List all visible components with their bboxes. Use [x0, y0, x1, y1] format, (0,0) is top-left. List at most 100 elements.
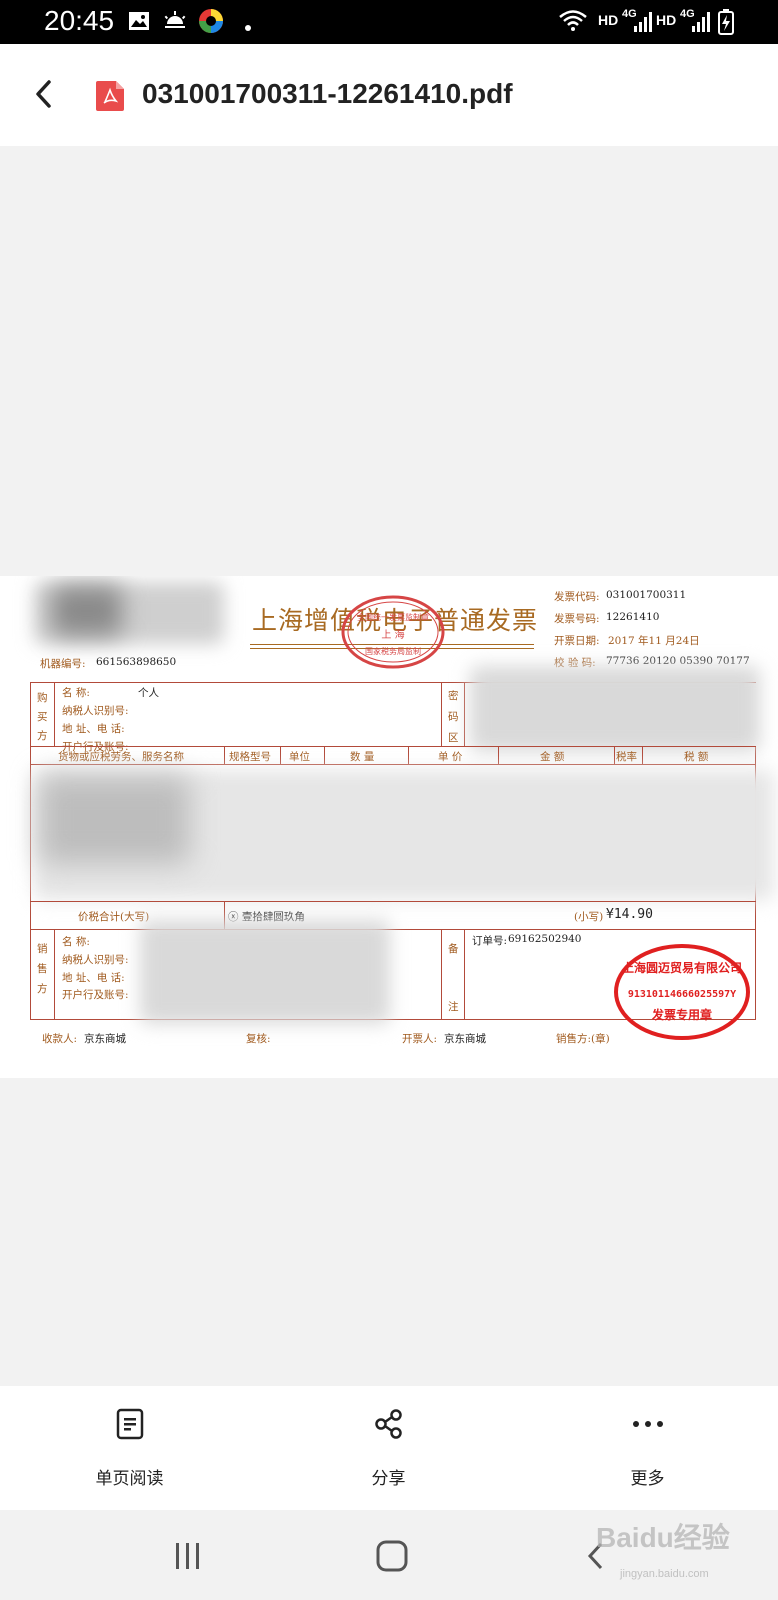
payee-label: 收款人:	[42, 1033, 78, 1045]
recent-apps-icon	[176, 1543, 199, 1569]
column-header: 规格型号	[229, 751, 271, 763]
column-header: 金 额	[540, 751, 565, 763]
seal-center-text: 上 海	[381, 628, 404, 641]
hd-label-1: HD	[598, 12, 619, 28]
buyer-section-2: 买	[37, 711, 48, 723]
machine-number: 661563898650	[96, 656, 177, 668]
column-header: 数 量	[350, 751, 375, 763]
total-top-line	[30, 901, 756, 902]
seal-top-text: 全国统一发票监制章	[357, 612, 429, 622]
order-label: 订单号:	[472, 935, 508, 947]
gallery-icon	[128, 10, 150, 36]
more-icon	[632, 1421, 663, 1427]
total-small: ¥14.90	[606, 907, 653, 922]
file-name: 031001700311-12261410.pdf	[142, 78, 513, 109]
number-label: 发票号码:	[554, 613, 600, 625]
app-icon	[198, 8, 224, 38]
single-page-read-label: 单页阅读	[95, 1469, 164, 1489]
back-button[interactable]	[22, 72, 66, 116]
seller-stamp-label: 销售方:(章)	[556, 1033, 610, 1045]
status-bar: 20:45 HD 4G HD 4G	[0, 0, 778, 44]
col-divider-7	[642, 746, 643, 764]
column-header: 货物或应税劳务、服务名称	[58, 751, 184, 763]
seller-address-label: 地 址、电 话:	[62, 972, 125, 984]
watermark-url: jingyan.baidu.com	[620, 1568, 709, 1580]
item-name-blurred	[40, 776, 190, 864]
hd-label-2: HD	[656, 12, 677, 28]
buyer-section-3: 方	[37, 730, 48, 742]
buyer-section-1: 购	[37, 692, 48, 704]
col-divider-6	[614, 746, 615, 764]
invoice-code: 031001700311	[606, 589, 687, 601]
invoice-date: 2017 年11 月24日	[608, 635, 700, 647]
seller-section-2: 售	[37, 963, 48, 975]
signal-icon-2	[692, 12, 710, 36]
payee: 京东商城	[84, 1033, 126, 1045]
column-header: 单位	[289, 751, 310, 763]
columns-top-line	[30, 746, 756, 747]
wifi-icon	[558, 9, 588, 37]
company-seal-id: 91310114666025597Y	[628, 989, 736, 1000]
share-label: 分享	[371, 1469, 406, 1489]
total-bottom-line	[30, 929, 756, 930]
invoice-number: 12261410	[606, 611, 660, 623]
dot-icon	[244, 17, 252, 36]
seal-bottom-text: 国家税务局监制	[365, 646, 421, 656]
seller-divider	[54, 929, 55, 1019]
cipher-section-2: 码	[448, 711, 459, 723]
buyer-divider	[54, 682, 55, 746]
watermark: Baidu经验	[596, 1522, 730, 1553]
company-seal-text: 上海圆迈贸易有限公司	[622, 960, 742, 975]
cipher-blurred	[470, 666, 760, 752]
col-divider-1	[224, 746, 225, 764]
signal-icon	[634, 12, 652, 36]
chevron-left-icon	[36, 80, 51, 108]
cipher-divider-right	[464, 682, 465, 746]
seller-tax-label: 纳税人识别号:	[62, 954, 129, 966]
buyer-address-label: 地 址、电 话:	[62, 723, 125, 735]
col-divider-5	[498, 746, 499, 764]
column-header: 单 价	[438, 751, 463, 763]
buyer-name-label: 名 称:	[62, 687, 90, 699]
app-header: 031001700311-12261410.pdf	[0, 44, 778, 146]
column-header: 税 额	[684, 751, 709, 763]
recent-apps-button[interactable]	[158, 1534, 218, 1578]
invoice-page[interactable]: 上海增值税电子普通发票 全国统一发票监制章 上 海 国家税务局监制 发票代码: …	[0, 576, 778, 1078]
single-page-read-button[interactable]: 单页阅读	[0, 1386, 259, 1510]
weather-icon	[162, 10, 188, 36]
status-time: 20:45	[44, 5, 115, 36]
col-divider-4	[408, 746, 409, 764]
columns-bottom-line	[30, 764, 756, 765]
cipher-section-1: 密	[448, 690, 459, 702]
seller-name-label: 名 称:	[62, 936, 90, 948]
seller-section-3: 方	[37, 983, 48, 995]
issuer-label: 开票人:	[402, 1033, 438, 1045]
more-label: 更多	[630, 1469, 665, 1489]
col-divider-2	[280, 746, 281, 764]
bottom-toolbar: 单页阅读 分享 更多	[0, 1386, 778, 1510]
total-label: 价税合计(大写)	[78, 911, 150, 923]
order-number: 69162502940	[508, 933, 582, 945]
company-seal: 上海圆迈贸易有限公司 91310114666025597Y 发票专用章	[614, 944, 750, 1040]
pdf-icon	[96, 81, 124, 115]
buyer-name: 个人	[138, 687, 159, 699]
share-icon	[374, 1409, 402, 1439]
remark-section-1: 备	[448, 943, 459, 955]
home-icon	[376, 1540, 408, 1572]
column-header: 税率	[616, 751, 637, 763]
reviewer-label: 复核:	[246, 1033, 271, 1045]
remark-divider-right	[464, 929, 465, 1019]
remark-section-2: 注	[448, 1001, 459, 1013]
share-button[interactable]: 分享	[259, 1386, 518, 1510]
more-button[interactable]: 更多	[518, 1386, 777, 1510]
cipher-section-3: 区	[448, 732, 459, 744]
total-small-label: (小写)	[574, 911, 604, 923]
home-button[interactable]	[362, 1534, 422, 1578]
remark-divider-left	[441, 929, 442, 1019]
company-seal-sub: 发票专用章	[651, 1007, 712, 1022]
machine-label: 机器编号:	[40, 658, 86, 670]
qr-code-dark	[52, 586, 122, 636]
document-icon	[116, 1408, 143, 1440]
date-label: 开票日期:	[554, 635, 600, 647]
battery-icon	[718, 9, 734, 39]
